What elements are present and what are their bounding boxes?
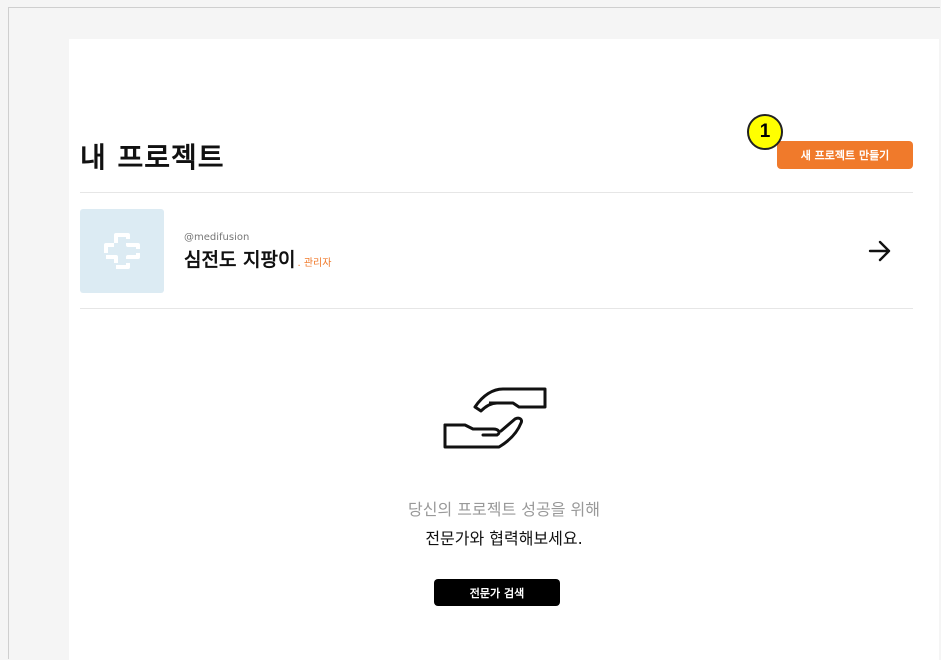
project-name: 심전도 지팡이 <box>184 249 296 271</box>
empty-state-subtext: 전문가와 협력해보세요. <box>425 529 583 548</box>
project-list-item[interactable]: @medifusion 심전도 지팡이 . 관리자 <box>80 208 913 294</box>
open-project-button[interactable] <box>865 236 895 266</box>
empty-state-text: 당신의 프로젝트 성공을 위해 <box>408 500 600 519</box>
projects-panel: 내 프로젝트 새 프로젝트 만들기 1 @medifusion 심전도 지팡이 … <box>69 39 939 660</box>
page-frame: 내 프로젝트 새 프로젝트 만들기 1 @medifusion 심전도 지팡이 … <box>8 7 940 660</box>
page-title: 내 프로젝트 <box>80 141 225 174</box>
arrow-right-icon <box>868 240 891 262</box>
divider <box>80 308 913 309</box>
project-role-badge: . 관리자 <box>297 258 332 269</box>
handshake-icon <box>443 387 547 449</box>
expert-search-button[interactable]: 전문가 검색 <box>434 579 560 606</box>
divider <box>80 192 913 193</box>
medical-cross-icon <box>104 233 140 269</box>
new-project-button[interactable]: 새 프로젝트 만들기 <box>777 141 913 169</box>
project-thumbnail <box>80 209 164 293</box>
project-handle: @medifusion <box>184 232 250 243</box>
project-title-line: 심전도 지팡이 . 관리자 <box>184 245 331 272</box>
step-marker-badge: 1 <box>747 114 783 150</box>
